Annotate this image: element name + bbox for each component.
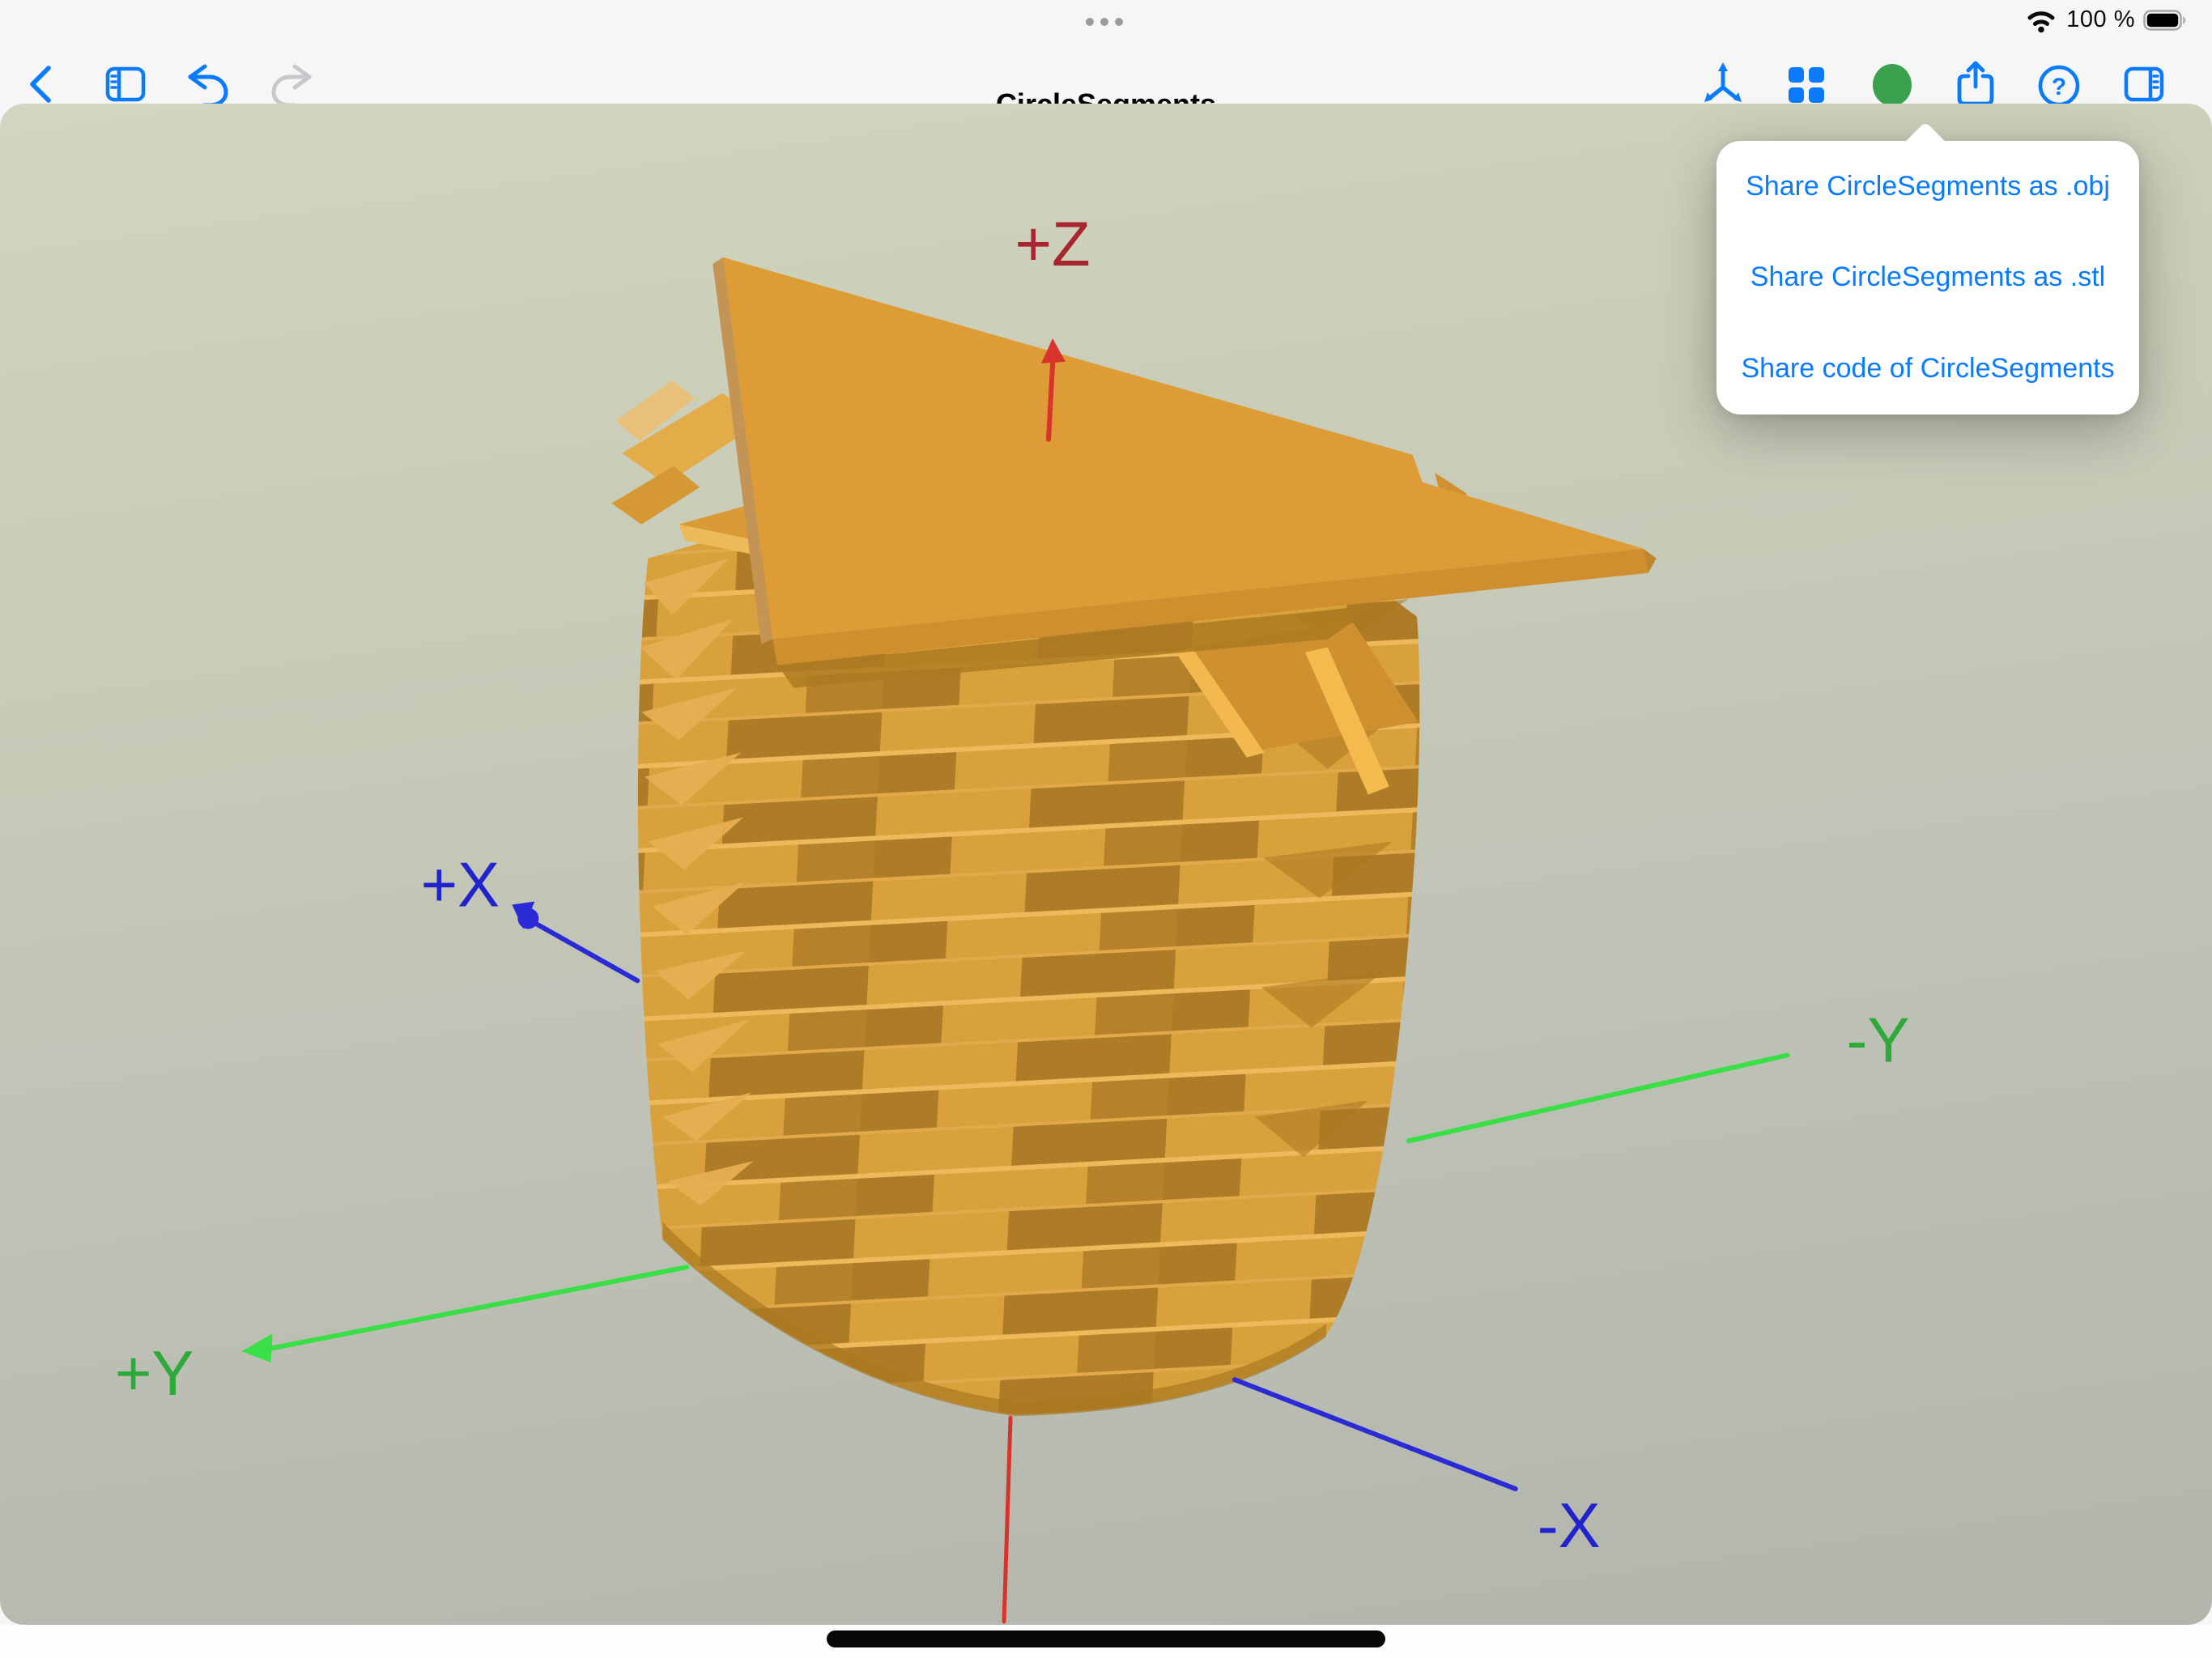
share-stl-menu-item[interactable]: Share CircleSegments as .stl <box>1716 232 2139 324</box>
model-circle-segments <box>611 257 1656 1416</box>
run-status[interactable] <box>1868 60 1916 108</box>
axis-plus-y-line <box>273 1267 687 1348</box>
share-code-menu-item[interactable]: Share code of CircleSegments <box>1716 323 2139 414</box>
toolbar: CircleSegments ? <box>0 24 2212 104</box>
share-icon <box>1951 60 2000 108</box>
axis-minus-x-line <box>1235 1380 1516 1489</box>
help-button[interactable]: ? <box>2035 60 2083 108</box>
share-button[interactable] <box>1951 60 2000 108</box>
axis-minus-y-line <box>1409 1055 1788 1141</box>
axis-label-plus-x: +X <box>421 848 500 920</box>
axes-3d-icon <box>1699 60 1747 108</box>
svg-text:?: ? <box>2052 74 2066 100</box>
axis-plus-x-line <box>534 922 637 980</box>
axis-label-plus-y: +Y <box>115 1337 194 1409</box>
question-mark-icon: ? <box>2035 60 2083 108</box>
grid-2x2-icon <box>1782 60 1831 108</box>
sidebar-right-toggle-button[interactable] <box>2120 60 2168 108</box>
axis-label-minus-y: -Y <box>1847 1004 1910 1075</box>
share-popover: Share CircleSegments as .obj Share Circl… <box>1716 141 2139 414</box>
axis-plus-y-arrowhead <box>242 1333 273 1363</box>
green-circle-icon <box>1868 60 1916 108</box>
axis-label-minus-x: -X <box>1538 1490 1601 1561</box>
axis-label-plus-z: +Z <box>1015 208 1090 279</box>
axes-button[interactable] <box>1699 60 1747 108</box>
sidebar-right-icon <box>2120 60 2168 108</box>
axis-minus-z-line <box>1004 1418 1010 1622</box>
grid-button[interactable] <box>1782 60 1831 108</box>
home-indicator[interactable] <box>827 1630 1385 1647</box>
share-obj-menu-item[interactable]: Share CircleSegments as .obj <box>1716 141 2139 232</box>
